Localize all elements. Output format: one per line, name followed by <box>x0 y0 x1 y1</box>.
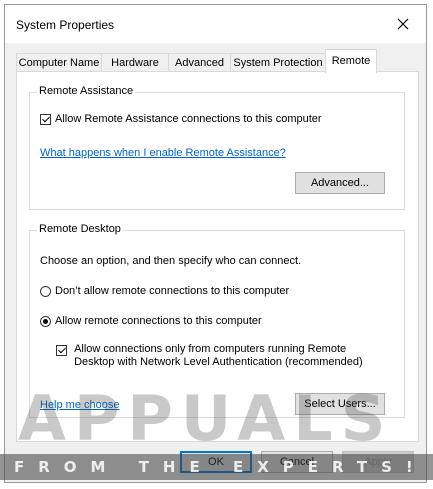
remote-desktop-instruction: Choose an option, and then specify who c… <box>40 255 302 267</box>
tab-strip: Computer Name Hardware Advanced System P… <box>16 49 416 73</box>
tab-remote[interactable]: Remote <box>325 49 377 73</box>
cancel-button[interactable]: Cancel <box>261 451 333 473</box>
allow-remote-assistance-row[interactable]: Allow Remote Assistance connections to t… <box>40 113 322 125</box>
nla-label-line1: Allow connections only from computers ru… <box>74 343 347 355</box>
allow-option-row[interactable]: Allow remote connections to this compute… <box>40 315 262 327</box>
remote-assistance-label: Remote Assistance <box>37 85 136 97</box>
remote-assistance-group: Remote Assistance Allow Remote Assistanc… <box>29 85 405 210</box>
close-button[interactable] <box>380 5 426 43</box>
system-properties-dialog: System Properties Computer Name Hardware… <box>4 4 427 483</box>
nla-label-line2: Desktop with Network Level Authenticatio… <box>74 356 363 368</box>
title-bar[interactable]: System Properties <box>5 5 426 43</box>
dont-allow-option-row[interactable]: Don’t allow remote connections to this c… <box>40 285 289 297</box>
advanced-button[interactable]: Advanced... <box>295 172 385 194</box>
tab-computer-name[interactable]: Computer Name <box>16 53 102 72</box>
nla-row[interactable]: Allow connections only from computers ru… <box>56 343 363 369</box>
close-icon <box>397 18 409 30</box>
remote-desktop-group: Remote Desktop Choose an option, and the… <box>29 223 405 418</box>
allow-label[interactable]: Allow remote connections to this compute… <box>55 315 262 327</box>
dont-allow-radio[interactable] <box>40 285 51 297</box>
tab-advanced[interactable]: Advanced <box>168 53 231 72</box>
remote-desktop-label: Remote Desktop <box>37 223 123 235</box>
allow-radio[interactable] <box>40 315 51 327</box>
window-title: System Properties <box>16 18 115 32</box>
nla-checkbox[interactable] <box>56 345 67 356</box>
allow-remote-assistance-label[interactable]: Allow Remote Assistance connections to t… <box>55 113 322 125</box>
tab-system-protection[interactable]: System Protection <box>230 53 326 72</box>
dont-allow-label[interactable]: Don’t allow remote connections to this c… <box>55 285 289 297</box>
allow-remote-assistance-checkbox[interactable] <box>40 113 51 125</box>
select-users-button[interactable]: Select Users... <box>295 393 385 415</box>
nla-label[interactable]: Allow connections only from computers ru… <box>74 343 363 369</box>
apply-button[interactable]: Apply <box>342 451 414 473</box>
ok-button[interactable]: OK <box>180 451 252 473</box>
tab-hardware[interactable]: Hardware <box>101 53 169 72</box>
help-me-choose-link[interactable]: Help me choose <box>40 399 120 411</box>
remote-tab-panel: Remote Assistance Allow Remote Assistanc… <box>16 71 419 442</box>
remote-assistance-help-link[interactable]: What happens when I enable Remote Assist… <box>40 147 286 159</box>
